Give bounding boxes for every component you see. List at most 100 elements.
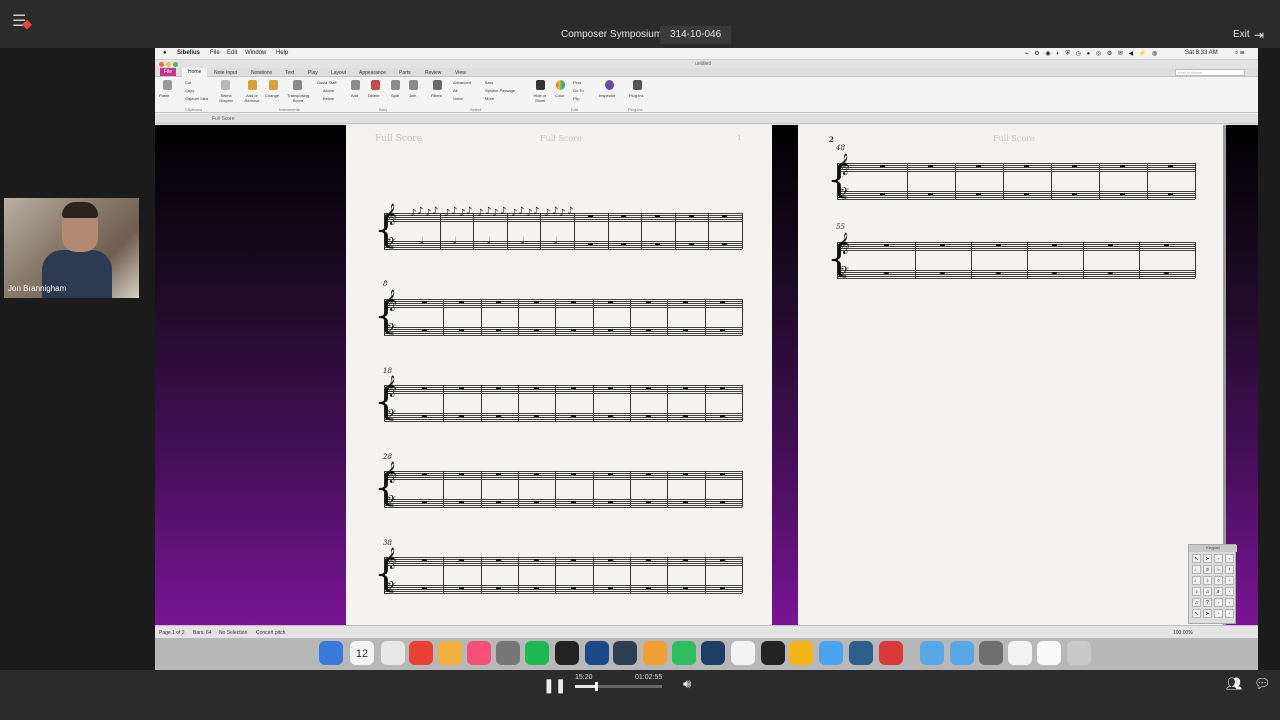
system-preferences-icon[interactable] xyxy=(496,641,520,665)
tab-play[interactable]: Play xyxy=(308,70,318,76)
spotlight-icon[interactable]: ⌕ ☰ xyxy=(1235,50,1245,57)
butterfly-icon[interactable] xyxy=(789,641,813,665)
vepro-icon[interactable] xyxy=(613,641,637,665)
color-button[interactable]: Color xyxy=(555,93,565,98)
color-icon[interactable] xyxy=(556,80,565,90)
keypad-key[interactable]: ? xyxy=(1203,598,1212,607)
pause-button[interactable]: ❚❚ xyxy=(543,677,566,694)
tab-text[interactable]: Text xyxy=(285,70,294,76)
filters-icon[interactable] xyxy=(433,80,442,90)
documents-folder-icon[interactable] xyxy=(950,641,974,665)
hide-show-icon[interactable] xyxy=(536,80,545,90)
document-tab[interactable]: Full Score xyxy=(212,116,235,122)
flip-button[interactable]: Flip xyxy=(573,96,579,101)
piano-icon[interactable] xyxy=(761,641,785,665)
seek-handle[interactable] xyxy=(595,682,599,691)
keypad-key[interactable]: ♮ xyxy=(1225,565,1234,574)
close-window-icon[interactable] xyxy=(159,62,164,67)
word-icon[interactable] xyxy=(701,641,725,665)
participants-icon[interactable]: 👥︎ xyxy=(1226,676,1243,692)
transposing-score-button[interactable]: Transposing Score xyxy=(285,93,311,103)
keypad-key[interactable]: ♪ xyxy=(1192,587,1201,596)
status-pitch[interactable]: Concert pitch xyxy=(256,630,285,636)
tab-notations[interactable]: Notations xyxy=(251,70,272,76)
keypad-key[interactable]: · xyxy=(1214,609,1223,618)
tab-review[interactable]: Review xyxy=(425,70,441,76)
status-zoom[interactable]: 100.00% xyxy=(1173,630,1193,636)
menu-file[interactable]: File xyxy=(210,50,220,56)
select-advanced-button[interactable]: Advanced xyxy=(453,80,471,85)
select-more-button[interactable]: More xyxy=(485,96,494,101)
ribbon-search-input[interactable]: Find in ribbon xyxy=(1175,69,1245,76)
zoom-app-icon[interactable] xyxy=(879,641,903,665)
menu-window[interactable]: Window xyxy=(245,50,266,56)
keypad-key[interactable]: · xyxy=(1225,598,1234,607)
chrome-icon[interactable] xyxy=(409,641,433,665)
plugins-button[interactable]: Plug-ins xyxy=(629,93,643,98)
paste-button[interactable]: Paste xyxy=(159,93,169,98)
keypad-key[interactable]: · xyxy=(1225,609,1234,618)
keypad-key[interactable]: ≻ xyxy=(1203,554,1212,563)
tab-parts[interactable]: Parts xyxy=(399,70,411,76)
tab-view[interactable]: View xyxy=(455,70,466,76)
exit-button[interactable]: Exit xyxy=(1233,29,1250,40)
minimize-window-icon[interactable] xyxy=(166,62,171,67)
capture-idea-button[interactable]: Capture Idea xyxy=(185,96,208,101)
sketch-icon[interactable] xyxy=(731,641,755,665)
keypad-key[interactable]: ♫ xyxy=(1192,598,1201,607)
spotify-icon[interactable] xyxy=(525,641,549,665)
delete-bar-icon[interactable] xyxy=(371,80,380,90)
inspector-icon[interactable] xyxy=(605,80,614,90)
messages-icon[interactable] xyxy=(819,641,843,665)
add-remove-button[interactable]: Add or Remove xyxy=(243,93,261,103)
zoom-window-icon[interactable] xyxy=(173,62,178,67)
ossia-staff-button[interactable]: Ossia Staff xyxy=(317,80,337,85)
downloads-folder-icon[interactable] xyxy=(979,641,1003,665)
keypad-key[interactable]: ♩ xyxy=(1192,576,1201,585)
menu-edit[interactable]: Edit xyxy=(227,50,237,56)
evernote-icon[interactable] xyxy=(672,641,696,665)
keypad-key[interactable]: ♬ xyxy=(1214,587,1223,596)
add-bar-button[interactable]: Add xyxy=(351,93,358,98)
transposing-score-icon[interactable] xyxy=(293,80,302,90)
tab-layout[interactable]: Layout xyxy=(331,70,346,76)
add-bar-icon[interactable] xyxy=(351,80,360,90)
clock-icon[interactable] xyxy=(381,641,405,665)
keypad-key[interactable]: ♭ xyxy=(1214,565,1223,574)
copy-button[interactable]: Copy xyxy=(185,88,194,93)
keypad-key[interactable]: ♯ xyxy=(1203,565,1212,574)
menu-app-name[interactable]: Sibelius xyxy=(177,50,200,56)
drive-icon[interactable] xyxy=(1008,641,1032,665)
logic-icon[interactable] xyxy=(643,641,667,665)
itunes-icon[interactable] xyxy=(467,641,491,665)
hide-show-button[interactable]: Hide or Show xyxy=(531,93,549,103)
join-bar-button[interactable]: Join xyxy=(409,93,416,98)
keypad-key[interactable]: ≻ xyxy=(1203,609,1212,618)
find-button[interactable]: Find xyxy=(573,80,581,85)
keypad-key[interactable]: ↖ xyxy=(1192,554,1201,563)
keypad-key[interactable]: ↖ xyxy=(1192,609,1201,618)
add-remove-icon[interactable] xyxy=(248,80,257,90)
finder-icon[interactable] xyxy=(319,641,343,665)
tab-home[interactable]: Home xyxy=(182,68,208,77)
dp-icon[interactable] xyxy=(585,641,609,665)
tab-appearance[interactable]: Appearance xyxy=(359,70,386,76)
keypad-key[interactable]: · xyxy=(1214,598,1223,607)
ossia-above-button[interactable]: Above xyxy=(323,88,334,93)
trash-icon[interactable] xyxy=(1067,641,1091,665)
filters-button[interactable]: Filters xyxy=(431,93,442,98)
menu-help[interactable]: Help xyxy=(276,50,288,56)
keypad-key[interactable]: · xyxy=(1225,554,1234,563)
keypad-key[interactable]: ○ xyxy=(1214,576,1223,585)
split-bar-button[interactable]: Split xyxy=(391,93,399,98)
change-button[interactable]: Change xyxy=(265,93,279,98)
apple-icon[interactable]: ● xyxy=(163,50,167,56)
paste-icon[interactable] xyxy=(163,80,172,90)
applications-folder-icon[interactable] xyxy=(920,641,944,665)
delete-bar-button[interactable]: Delete xyxy=(368,93,380,98)
preview-icon[interactable] xyxy=(1037,641,1061,665)
chat-icon[interactable]: 💬︎ xyxy=(1254,676,1271,692)
plugins-icon[interactable] xyxy=(633,80,642,90)
volume-icon[interactable]: 🔊︎ xyxy=(683,676,691,692)
select-graphic-button[interactable]: Select Graphic xyxy=(217,93,235,103)
